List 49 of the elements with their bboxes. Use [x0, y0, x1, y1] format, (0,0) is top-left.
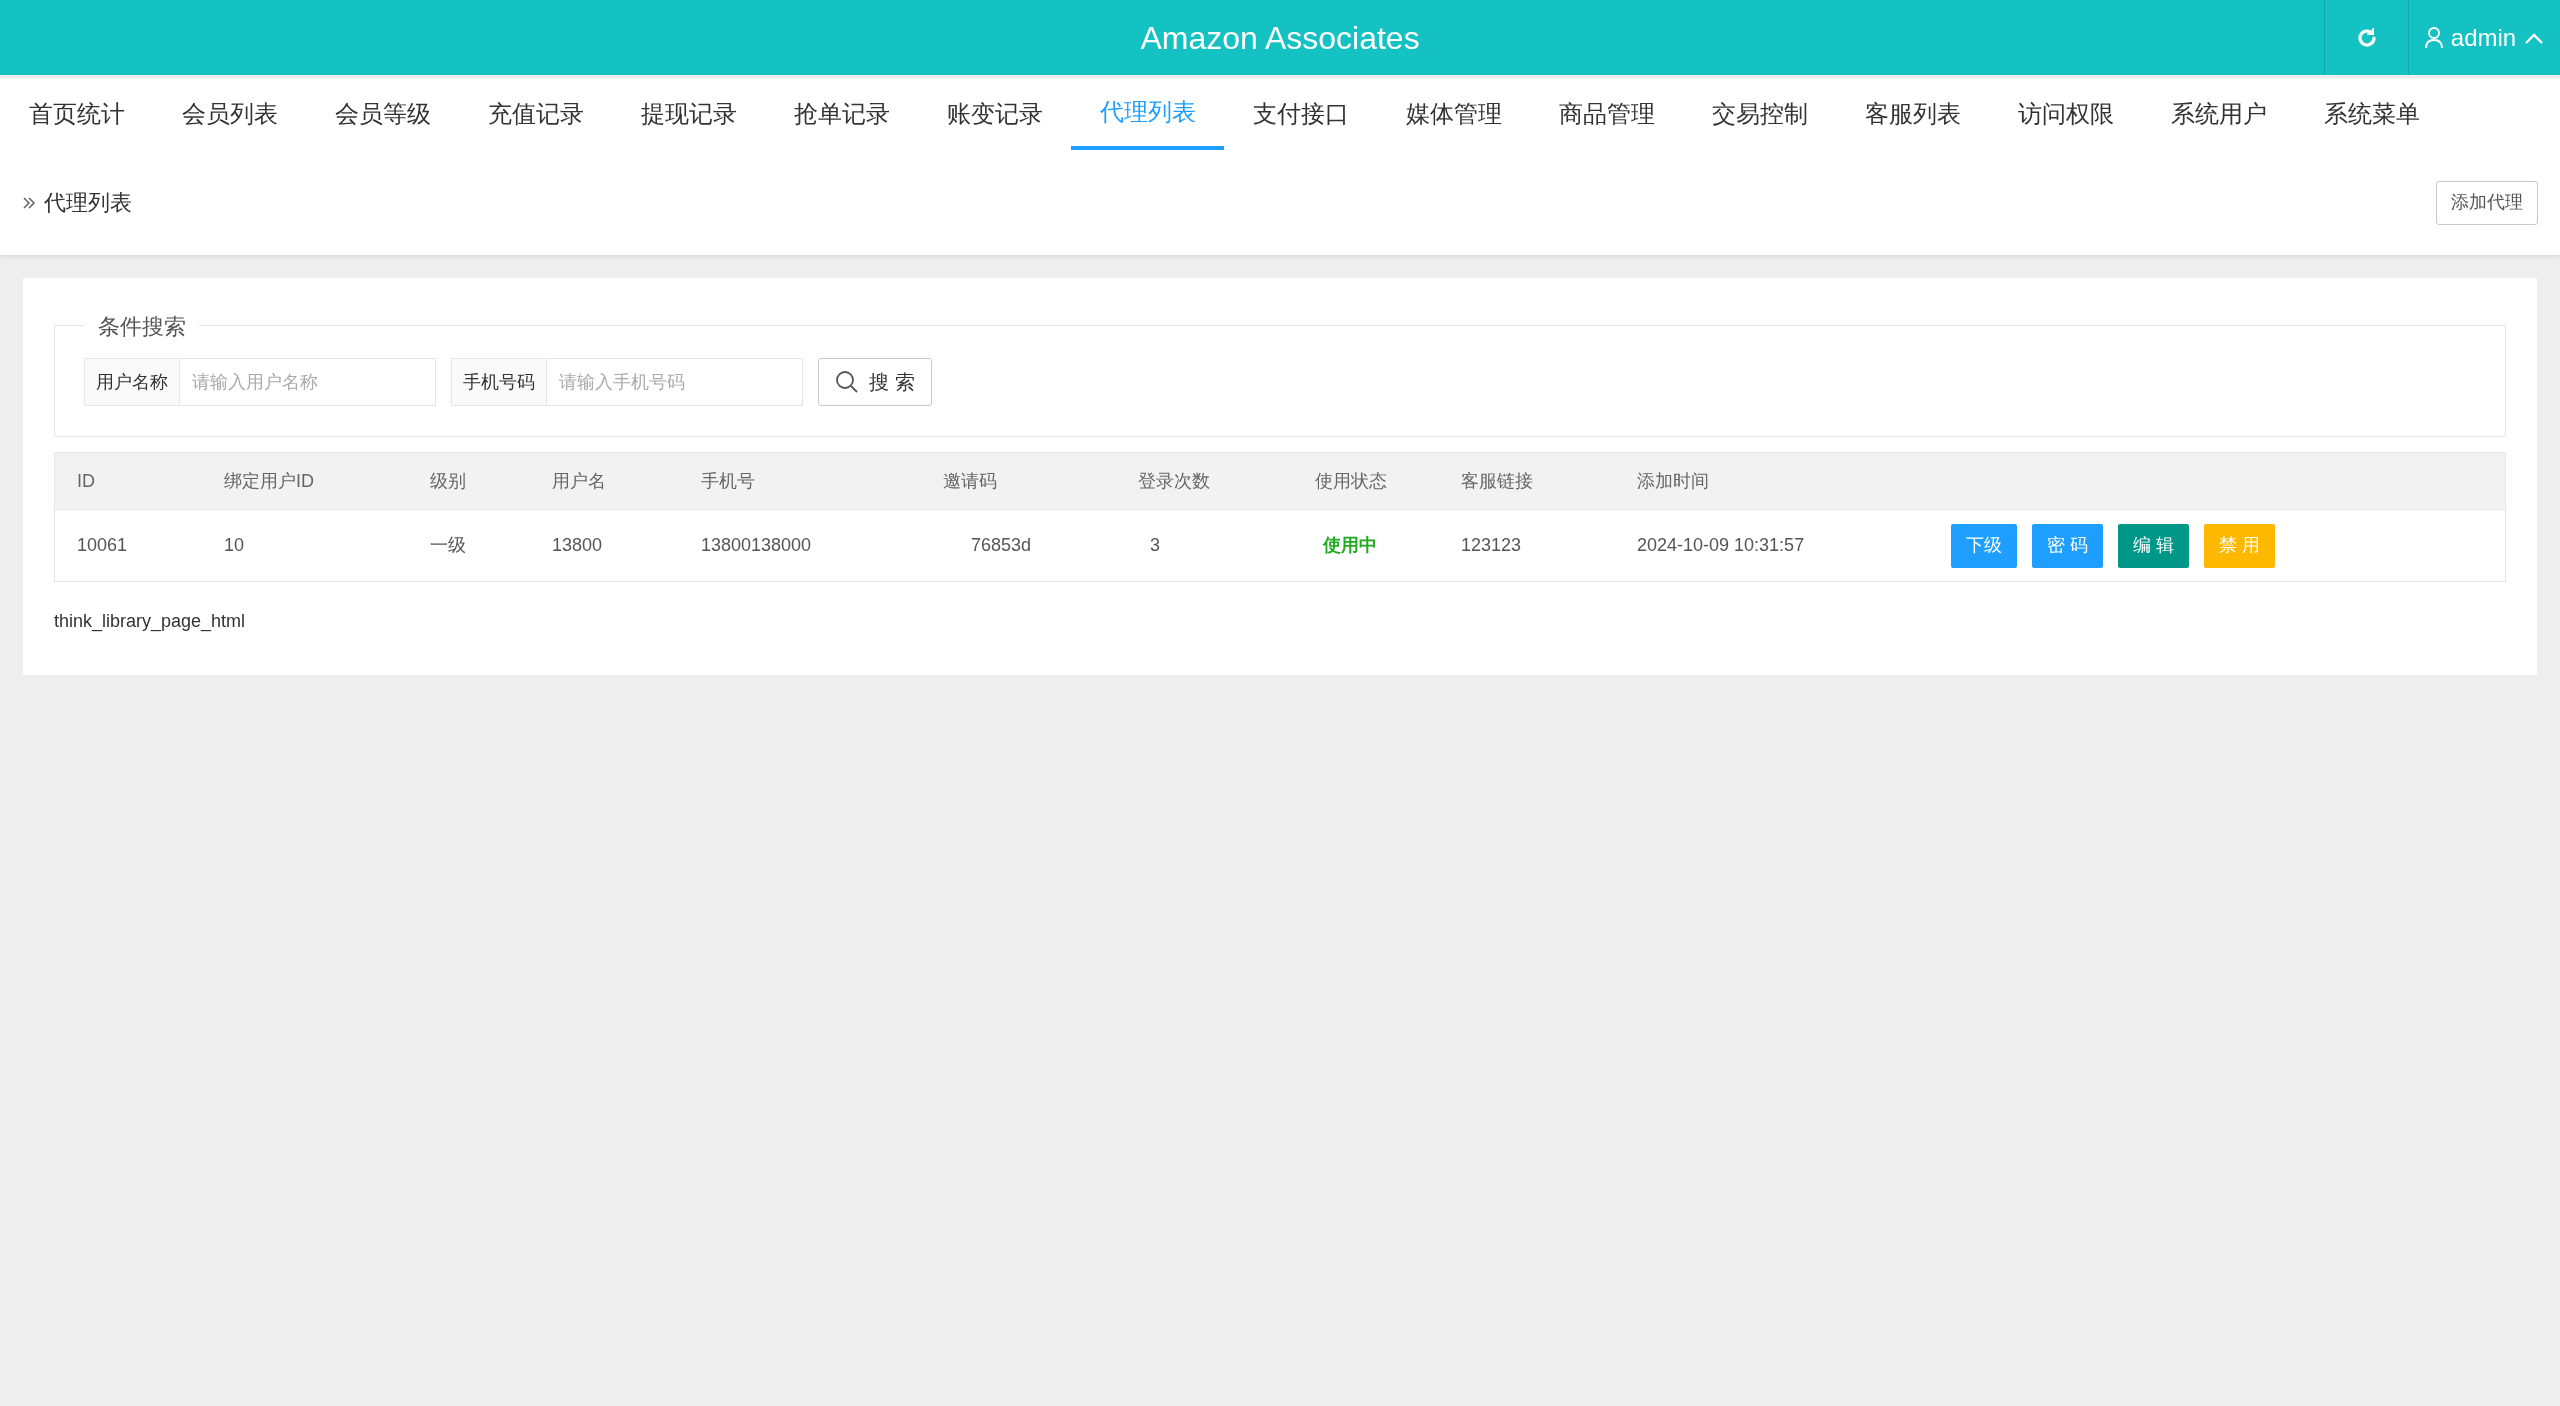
- table-cell-text: 76853d: [970, 534, 1033, 557]
- column-header: 客服链接: [1460, 469, 1534, 493]
- nav-tab[interactable]: 媒体管理: [1377, 78, 1530, 150]
- app-title: Amazon Associates: [1139, 18, 1421, 58]
- table-cell-text: 3: [1149, 534, 1161, 557]
- input-field[interactable]: 请输入手机号码: [547, 358, 803, 406]
- nav-tab[interactable]: 首页统计: [0, 78, 153, 150]
- nav-tab[interactable]: 系统菜单: [2295, 78, 2448, 150]
- table-cell-text: 123123: [1460, 534, 1523, 557]
- field-label: 手机号码: [451, 358, 547, 406]
- pagination-text: think_library_page_html: [54, 610, 246, 634]
- nav-tab[interactable]: 账变记录: [918, 78, 1071, 150]
- search-button[interactable]: 搜 索: [818, 358, 932, 406]
- column-header: 邀请码: [942, 469, 998, 493]
- nav-tab[interactable]: 客服列表: [1836, 78, 1989, 150]
- column-header: 使用状态: [1314, 469, 1388, 493]
- field-label: 用户名称: [84, 358, 180, 406]
- nav-tab[interactable]: 交易控制: [1683, 78, 1836, 150]
- user-icon: [2424, 26, 2443, 49]
- add-agent-button[interactable]: 添加代理: [2436, 180, 2538, 225]
- table-cell-text: 13800: [551, 534, 604, 557]
- column-header: ID: [76, 469, 96, 493]
- nav-tab[interactable]: 商品管理: [1530, 78, 1683, 150]
- column-header: 用户名: [551, 469, 607, 493]
- table-cell-text: 10061: [76, 534, 129, 557]
- column-header: 手机号: [700, 469, 756, 493]
- column-header: 级别: [429, 469, 467, 493]
- table-cell-text: 10: [223, 534, 246, 557]
- caret-icon: [2524, 31, 2545, 44]
- nav-tab[interactable]: 系统用户: [2142, 78, 2295, 150]
- column-header: 绑定用户ID: [223, 469, 315, 493]
- input-field[interactable]: 请输入用户名称: [180, 358, 436, 406]
- table-cell-text: 13800138000: [700, 534, 813, 557]
- nav-tab[interactable]: 会员列表: [153, 78, 306, 150]
- column-header: 登录次数: [1137, 469, 1211, 493]
- nav-tab[interactable]: 会员等级: [306, 78, 459, 150]
- double-chevron-icon: [22, 195, 36, 210]
- table-cell-text: 一级: [429, 534, 467, 557]
- breadcrumb: 代理列表: [44, 189, 132, 217]
- nav-tab[interactable]: 充值记录: [459, 78, 612, 150]
- nav-tab[interactable]: 访问权限: [1989, 78, 2142, 150]
- action-button[interactable]: 编 辑: [2118, 523, 2190, 568]
- nav-tab[interactable]: 支付接口: [1224, 78, 1377, 150]
- search-icon: [835, 370, 859, 394]
- table-cell-text: 使用中: [1321, 534, 1378, 557]
- table-cell-text: 2024-10-09 10:31:57: [1636, 534, 1806, 557]
- column-header: 添加时间: [1636, 469, 1710, 493]
- nav-tab[interactable]: 抢单记录: [765, 78, 918, 150]
- nav-tab[interactable]: 提现记录: [612, 78, 765, 150]
